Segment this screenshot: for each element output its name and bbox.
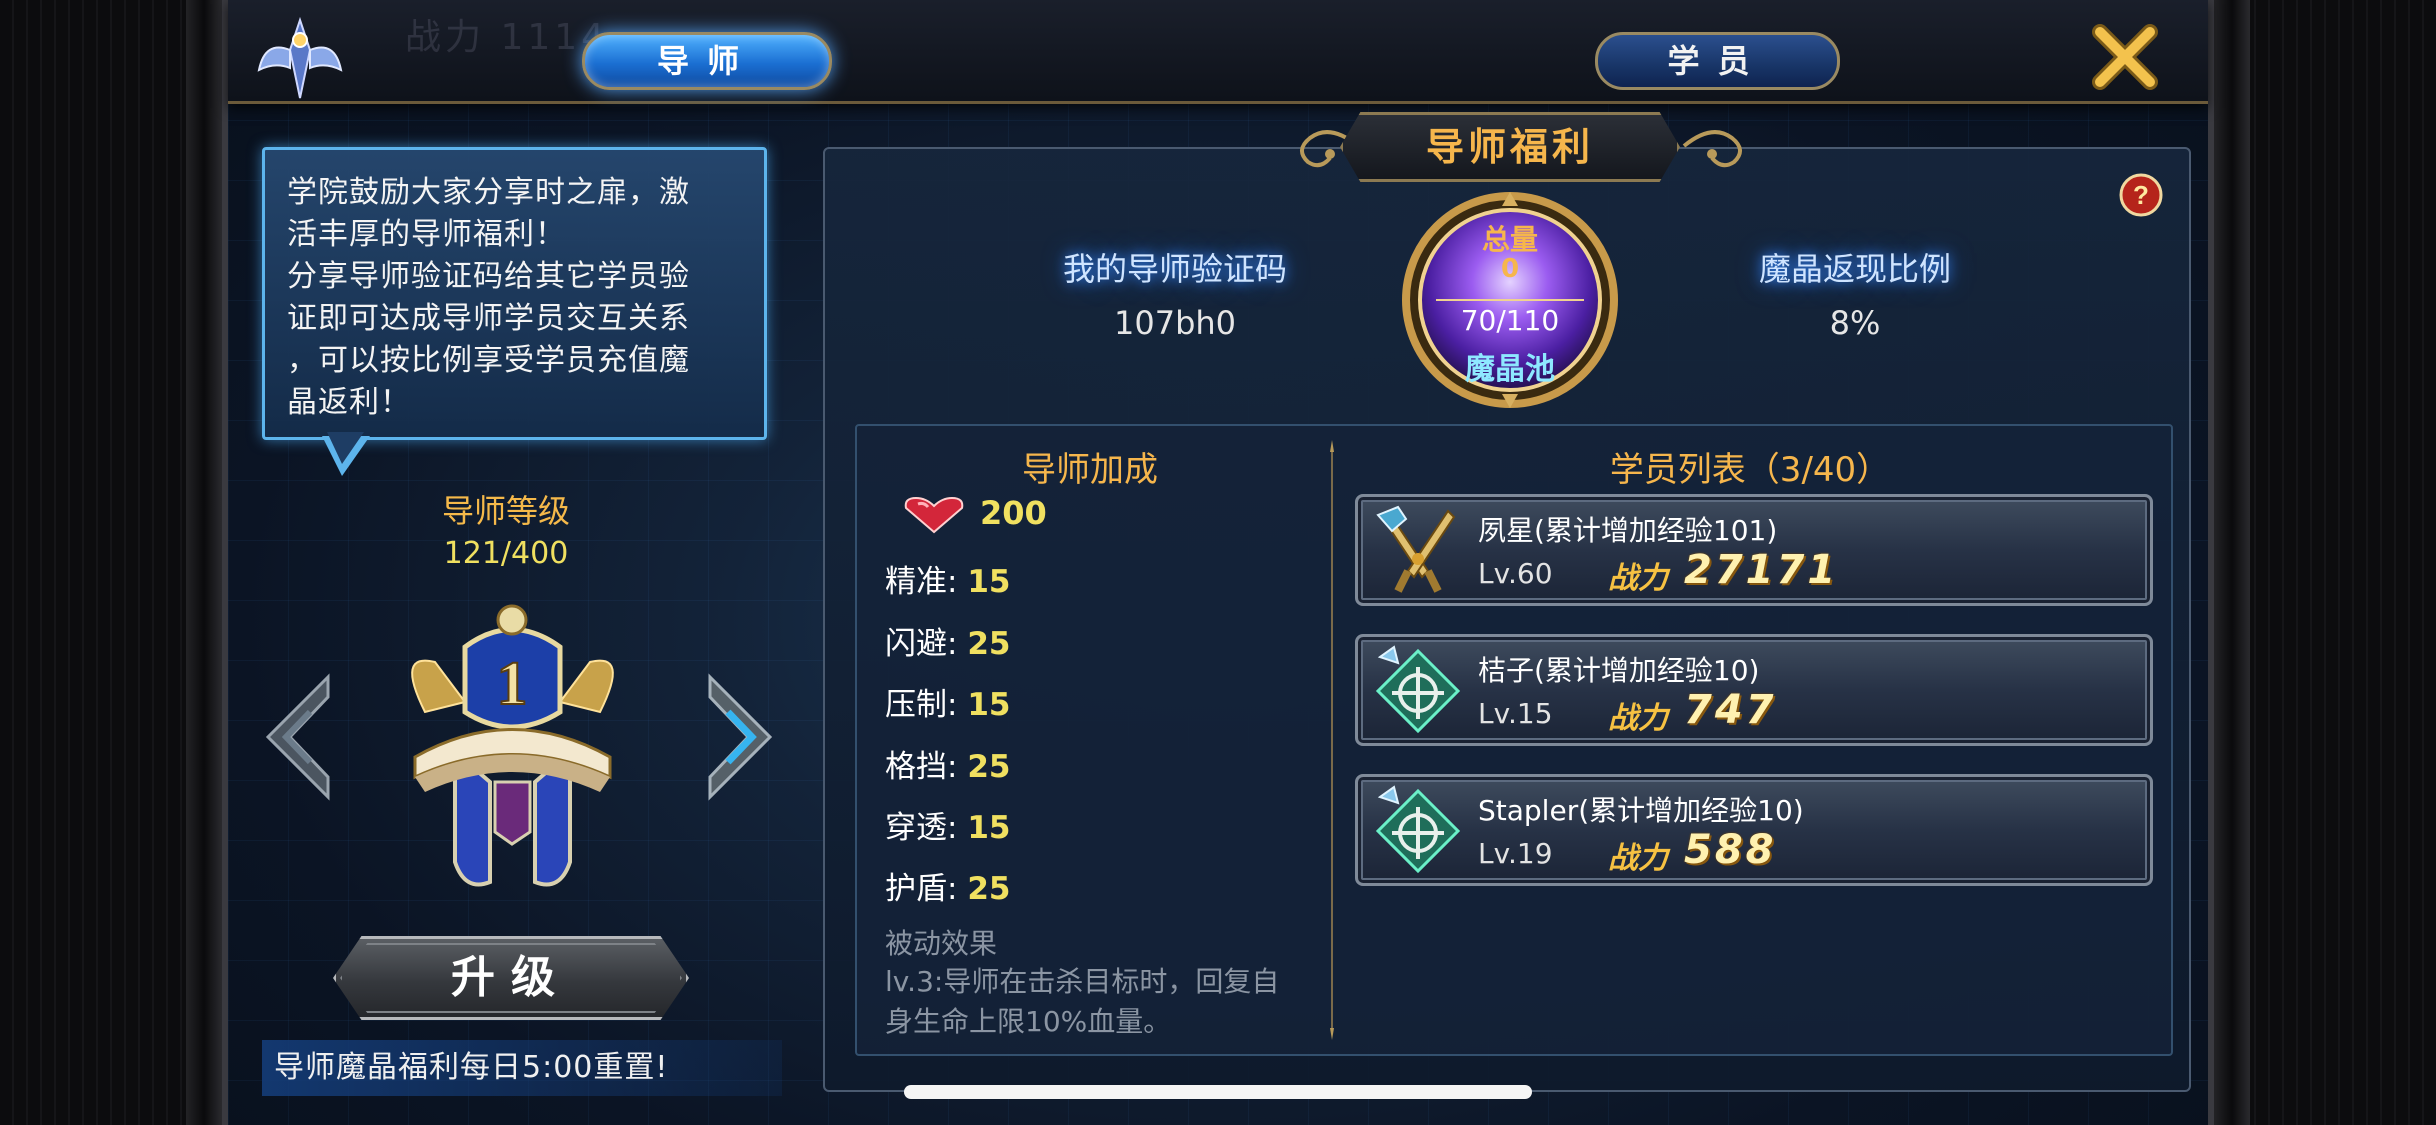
student-card[interactable]: 夙星(累计增加经验101) Lv.60 战力 27171 xyxy=(1355,494,2153,606)
stat-row-accuracy: 精准: 15 xyxy=(885,556,1010,601)
student-card[interactable]: Stapler(累计增加经验10) Lv.19 战力 588 xyxy=(1355,774,2153,886)
stat-label: 闪避: xyxy=(885,626,958,662)
student-name: 桔子(累计增加经验10) xyxy=(1478,654,1760,687)
student-list-title: 学员列表（3/40） xyxy=(1609,450,1891,490)
pool-ratio: 70/110 xyxy=(1460,304,1560,337)
power-label: 战力 xyxy=(1608,841,1668,876)
pool-name: 魔晶池 xyxy=(1465,352,1555,387)
intro-line: 活丰厚的导师福利！ xyxy=(287,217,566,252)
stat-row-suppress: 压制: 15 xyxy=(885,679,1010,724)
student-level: Lv.19 xyxy=(1478,837,1553,870)
cashback-ratio-value: 8% xyxy=(1829,304,1881,342)
stat-row-shield: 护盾: 25 xyxy=(885,863,1010,908)
student-card[interactable]: 桔子(累计增加经验10) Lv.15 战力 747 xyxy=(1355,634,2153,746)
right-device-bezel xyxy=(2214,0,2436,1125)
stat-value: 25 xyxy=(967,749,1011,785)
stat-value: 15 xyxy=(967,810,1011,846)
student-level: Lv.15 xyxy=(1478,697,1553,730)
stat-label: 精准: xyxy=(885,564,958,600)
power-label: 战力 xyxy=(1608,701,1668,736)
stat-value: 25 xyxy=(967,871,1011,907)
stat-value: 15 xyxy=(967,687,1011,723)
stat-value: 25 xyxy=(967,626,1011,662)
student-power: 27171 xyxy=(1684,547,1839,593)
mentor-level-value: 121/400 xyxy=(443,536,569,571)
intro-line: 晶返利！ xyxy=(287,385,411,420)
vertical-scroll-divider[interactable] xyxy=(1330,440,1334,1040)
stat-row-penetrate: 穿透: 15 xyxy=(885,802,1010,847)
next-level-arrow-icon[interactable] xyxy=(700,672,780,802)
question-icon[interactable]: ? xyxy=(2118,172,2164,218)
student-power: 747 xyxy=(1684,687,1777,733)
student-power: 588 xyxy=(1684,827,1777,873)
hp-bonus-value: 200 xyxy=(980,494,1047,532)
passive-effect-text: lv.3:导师在击杀目标时，回复自身生命上限10%血量。 xyxy=(885,965,1280,1038)
home-indicator[interactable] xyxy=(904,1085,1532,1099)
mentor-code-label: 我的导师验证码 xyxy=(1062,250,1287,288)
previous-level-arrow-icon[interactable] xyxy=(258,672,338,802)
passive-effect-title: 被动效果 xyxy=(885,927,998,960)
svg-text:?: ? xyxy=(2133,180,2149,210)
power-label: 战力 xyxy=(1608,561,1668,596)
intro-line: 学院鼓励大家分享时之扉，激 xyxy=(287,175,690,210)
stat-value: 15 xyxy=(967,564,1011,600)
stat-label: 护盾: xyxy=(885,871,958,907)
student-name: 夙星(累计增加经验101) xyxy=(1478,514,1778,547)
stat-label: 格挡: xyxy=(885,749,958,785)
pool-total-value: 0 xyxy=(1500,254,1520,284)
bubble-tail xyxy=(322,432,370,476)
panel-title: 导师福利 xyxy=(1425,125,1594,169)
tab-student[interactable]: 学员 xyxy=(1595,32,1840,90)
mentor-level-badge-icon: 1 xyxy=(411,604,614,887)
intro-bubble: 学院鼓励大家分享时之扉，激 活丰厚的导师福利！ 分享导师验证码给其它学员验 证即… xyxy=(262,147,767,440)
left-device-bezel xyxy=(0,0,222,1125)
stat-row-block: 格挡: 25 xyxy=(885,741,1010,786)
crossed-swords-icon xyxy=(1376,505,1456,593)
bonus-title: 导师加成 xyxy=(1022,450,1158,490)
heart-hp-icon xyxy=(904,496,964,534)
badge-number: 1 xyxy=(497,650,528,718)
intro-line: 分享导师验证码给其它学员验 xyxy=(287,259,690,294)
tab-mentor[interactable]: 导师 xyxy=(582,32,832,90)
close-x-icon[interactable] xyxy=(2090,22,2160,92)
student-level: Lv.60 xyxy=(1478,557,1553,590)
stat-row-dodge: 闪避: 25 xyxy=(885,618,1010,663)
crosshair-gem-icon xyxy=(1375,645,1461,734)
mentor-level-label: 导师等级 xyxy=(441,492,570,530)
background-ghost-text: 战力 1114 xyxy=(405,17,609,58)
reset-note: 导师魔晶福利每日5:00重置! xyxy=(262,1040,782,1096)
intro-line: ，可以按比例享受学员充值魔 xyxy=(287,343,690,378)
pool-total-label: 总量 xyxy=(1481,223,1538,256)
mentor-code-value[interactable]: 107bh0 xyxy=(1020,304,1330,342)
stat-label: 压制: xyxy=(885,687,958,723)
intro-line: 证即可达成导师学员交互关系 xyxy=(287,301,690,336)
student-name: Stapler(累计增加经验10) xyxy=(1478,794,1804,827)
upgrade-button[interactable]: 升级 xyxy=(333,936,689,1020)
cashback-ratio-label: 魔晶返现比例 xyxy=(1758,250,1951,288)
winged-crest-icon xyxy=(257,16,343,99)
stat-label: 穿透: xyxy=(885,810,958,846)
crosshair-gem-icon xyxy=(1375,785,1461,874)
title-flourish-right-icon xyxy=(1682,130,1742,168)
